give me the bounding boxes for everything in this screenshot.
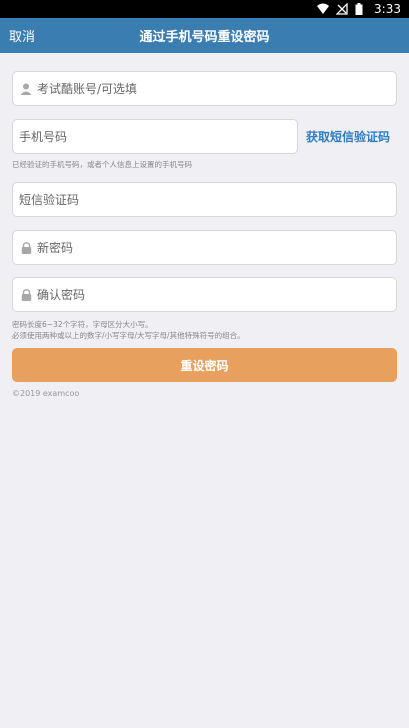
status-time: 3:33 (374, 2, 401, 16)
phone-input[interactable] (19, 120, 297, 153)
page-title: 通过手机号码重设密码 (139, 30, 270, 45)
sms-code-field[interactable] (12, 182, 397, 217)
lock-icon (19, 288, 33, 302)
get-sms-code-link[interactable]: 获取短信验证码 (306, 128, 390, 145)
password-rules-line: 密码长度6~32个字符，字母区分大小写。 (12, 320, 153, 329)
confirm-password-input[interactable] (37, 278, 396, 311)
confirm-password-field[interactable] (12, 277, 397, 312)
account-field[interactable] (12, 71, 397, 106)
new-password-input[interactable] (37, 231, 396, 264)
app-header: 取消 通过手机号码重设密码 (0, 18, 409, 53)
reset-password-button[interactable]: 重设密码 (12, 348, 397, 382)
phone-hint: 已经验证的手机号码，或者个人信息上设置的手机号码 (12, 160, 192, 169)
account-input[interactable] (37, 72, 396, 105)
new-password-field[interactable] (12, 230, 397, 265)
copyright: ©2019 examcoo (12, 389, 80, 398)
cancel-button[interactable]: 取消 (9, 26, 35, 45)
user-icon (19, 82, 33, 96)
sms-code-input[interactable] (19, 183, 396, 216)
battery-icon (355, 3, 367, 15)
phone-field[interactable] (12, 119, 298, 154)
no-signal-icon (335, 2, 348, 15)
password-rules-line: 必须使用两种或以上的数字/小写字母/大写字母/其他特殊符号的组合。 (12, 331, 245, 340)
password-rules: 密码长度6~32个字符，字母区分大小写。 必须使用两种或以上的数字/小写字母/大… (12, 319, 245, 341)
status-bar: 3:33 (0, 0, 409, 18)
wifi-icon (317, 3, 330, 15)
lock-icon (19, 241, 33, 255)
